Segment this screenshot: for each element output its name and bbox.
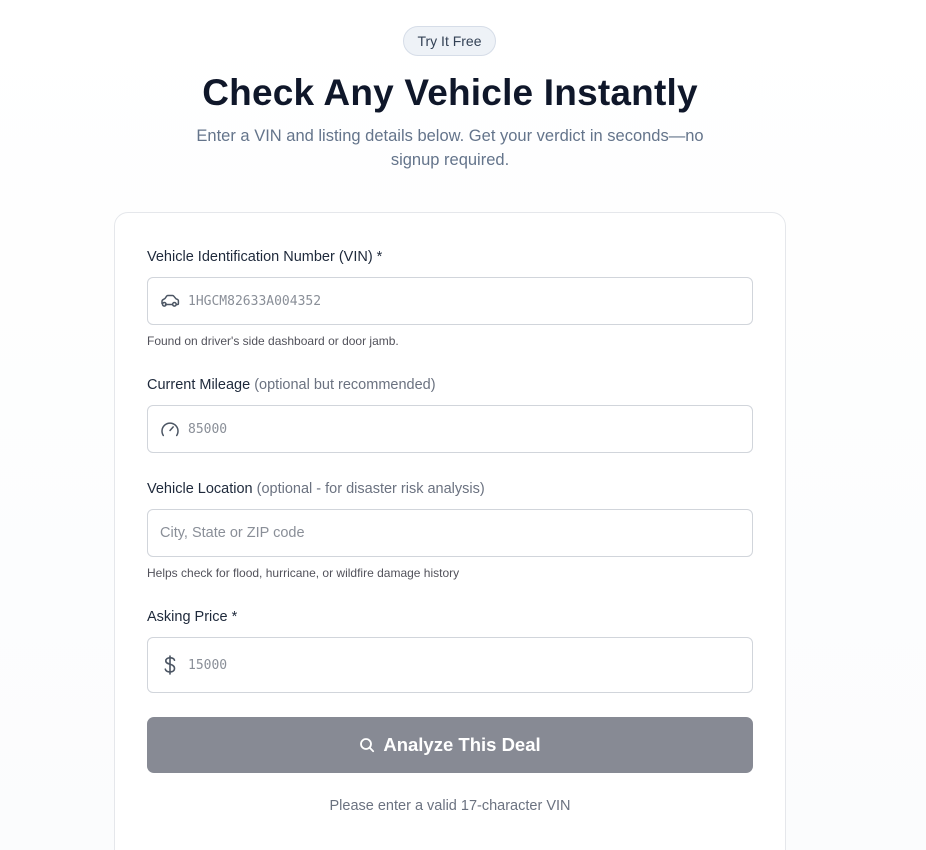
price-field[interactable]	[147, 637, 753, 693]
price-input[interactable]	[188, 638, 728, 692]
analyze-deal-button[interactable]: Analyze This Deal	[147, 717, 753, 773]
gauge-icon	[160, 419, 180, 439]
vin-label-text: Vehicle Identification Number (VIN) *	[147, 249, 383, 265]
analyze-deal-button-label: Analyze This Deal	[383, 734, 541, 755]
mileage-label-note: (optional but recommended)	[254, 377, 436, 393]
vin-validation-message: Please enter a valid 17-character VIN	[329, 798, 571, 814]
vin-hint: Found on driver's side dashboard or door…	[147, 334, 399, 348]
page: Try It Free Check Any Vehicle Instantly …	[0, 0, 926, 850]
price-label: Asking Price *	[147, 609, 237, 625]
price-label-text: Asking Price *	[147, 609, 238, 625]
vin-input[interactable]	[188, 278, 728, 324]
mileage-label: Current Mileage (optional but recommende…	[147, 377, 436, 393]
location-input[interactable]	[160, 510, 700, 556]
vin-field[interactable]	[147, 277, 753, 325]
car-icon	[160, 291, 180, 311]
mileage-field[interactable]	[147, 405, 753, 453]
try-free-badge: Try It Free	[403, 26, 496, 56]
page-subtitle: Enter a VIN and listing details below. G…	[196, 127, 704, 169]
search-icon	[359, 737, 375, 753]
dollar-icon	[160, 655, 180, 675]
location-label: Vehicle Location (optional - for disaste…	[147, 481, 485, 497]
location-hint: Helps check for flood, hurricane, or wil…	[147, 566, 460, 580]
location-label-text: Vehicle Location	[147, 481, 253, 497]
page-title: Check Any Vehicle Instantly	[202, 72, 698, 113]
mileage-input[interactable]	[188, 406, 728, 452]
location-field[interactable]	[147, 509, 753, 557]
location-label-note: (optional - for disaster risk analysis)	[256, 481, 485, 497]
vin-label: Vehicle Identification Number (VIN) *	[147, 249, 382, 265]
mileage-label-text: Current Mileage	[147, 377, 251, 393]
